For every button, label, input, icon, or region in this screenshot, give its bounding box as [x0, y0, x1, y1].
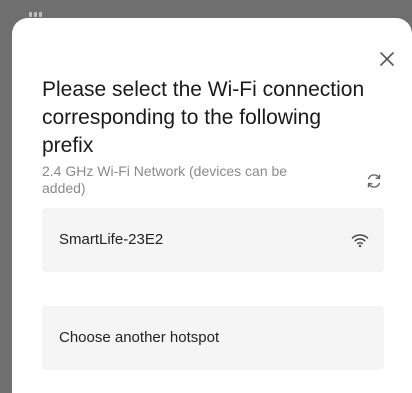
- close-button[interactable]: [376, 48, 398, 70]
- close-icon: [380, 52, 394, 66]
- wifi-select-sheet: Please select the Wi-Fi connection corre…: [12, 18, 412, 393]
- dialog-subtitle: 2.4 GHz Wi-Fi Network (devices can be ad…: [42, 163, 288, 196]
- network-ssid: SmartLife-23E2: [59, 231, 164, 248]
- choose-another-hotspot-button[interactable]: Choose another hotspot: [42, 306, 384, 370]
- refresh-button[interactable]: [364, 171, 384, 191]
- status-indicator: [29, 12, 43, 17]
- refresh-icon: [367, 174, 381, 188]
- network-item-smartlife[interactable]: SmartLife-23E2: [42, 208, 384, 272]
- wifi-icon: [351, 234, 369, 248]
- choose-another-hotspot-label: Choose another hotspot: [59, 329, 220, 346]
- dialog-title: Please select the Wi-Fi connection corre…: [42, 78, 365, 157]
